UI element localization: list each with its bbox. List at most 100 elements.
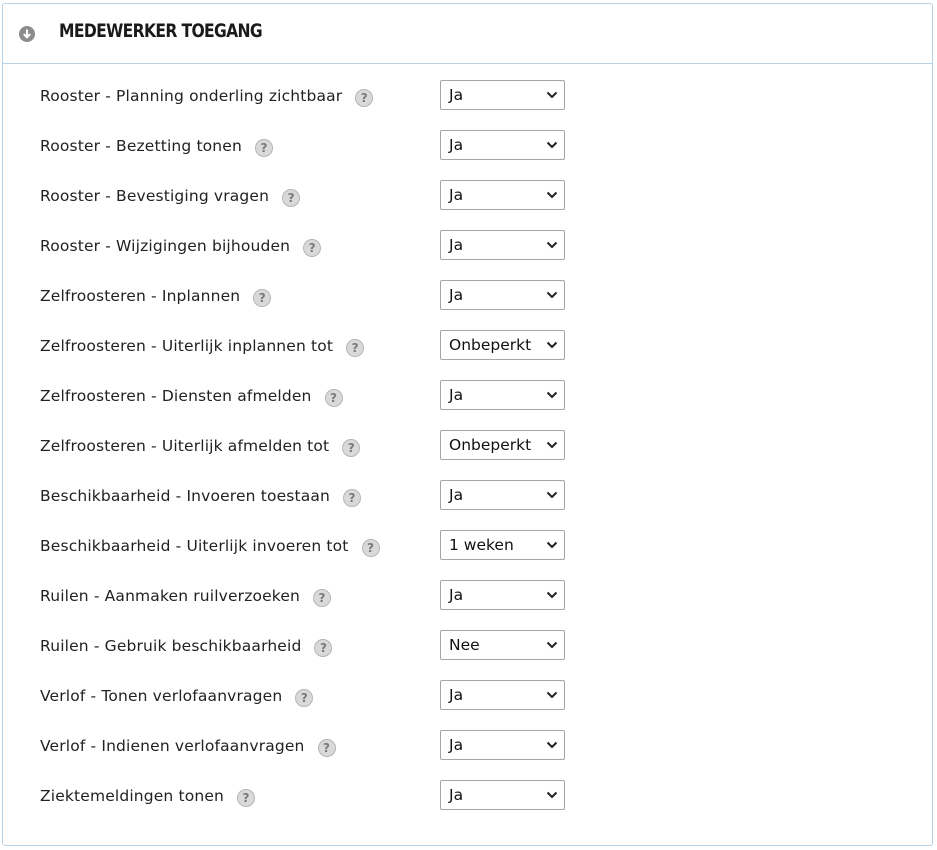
select-value: Ja — [449, 686, 464, 704]
arrow-down-circle-icon[interactable] — [19, 26, 35, 42]
chevron-down-icon — [546, 491, 558, 499]
setting-label: Rooster - Bezetting tonen — [40, 137, 242, 155]
select-value: Ja — [449, 236, 464, 254]
setting-label-group: Zelfroosteren - Uiterlijk inplannen tot? — [40, 330, 365, 362]
chevron-down-icon — [546, 441, 558, 449]
select-value: Ja — [449, 286, 464, 304]
setting-label: Rooster - Planning onderling zichtbaar — [40, 87, 343, 105]
setting-label-group: Rooster - Bevestiging vragen? — [40, 180, 301, 212]
setting-select[interactable]: Ja — [440, 380, 565, 410]
setting-select[interactable]: Onbeperkt — [440, 330, 565, 360]
panel-title: MEDEWERKER TOEGANG — [59, 20, 263, 42]
setting-select[interactable]: Nee — [440, 630, 565, 660]
setting-row: Verlof - Indienen verlofaanvragen? Ja — [3, 730, 932, 780]
help-icon[interactable]: ? — [314, 638, 333, 657]
setting-select[interactable]: Ja — [440, 780, 565, 810]
setting-label-group: Zelfroosteren - Inplannen? — [40, 280, 272, 312]
setting-row: Rooster - Bezetting tonen? Ja — [3, 130, 932, 180]
chevron-down-icon — [546, 791, 558, 799]
help-icon[interactable]: ? — [355, 88, 374, 107]
setting-select[interactable]: Onbeperkt — [440, 430, 565, 460]
setting-label: Zelfroosteren - Diensten afmelden — [40, 387, 312, 405]
help-icon[interactable]: ? — [253, 288, 272, 307]
setting-row: Zelfroosteren - Diensten afmelden? Ja — [3, 380, 932, 430]
setting-label: Zelfroosteren - Uiterlijk inplannen tot — [40, 337, 334, 355]
setting-label: Beschikbaarheid - Uiterlijk invoeren tot — [40, 537, 349, 555]
setting-label-group: Zelfroosteren - Diensten afmelden? — [40, 380, 343, 412]
setting-row: Rooster - Wijzigingen bijhouden? Ja — [3, 230, 932, 280]
help-icon[interactable]: ? — [236, 788, 255, 807]
setting-select[interactable]: Ja — [440, 730, 565, 760]
setting-select[interactable]: Ja — [440, 580, 565, 610]
setting-select[interactable]: Ja — [440, 180, 565, 210]
help-icon[interactable]: ? — [324, 388, 343, 407]
help-icon[interactable]: ? — [343, 488, 361, 507]
setting-row: Ziektemeldingen tonen? Ja — [3, 780, 932, 830]
setting-select[interactable]: Ja — [440, 680, 565, 710]
settings-list: Rooster - Planning onderling zichtbaar? J… — [3, 80, 932, 830]
help-icon[interactable]: ? — [282, 188, 301, 207]
setting-label: Verlof - Indienen verlofaanvragen — [40, 737, 305, 755]
chevron-down-icon — [546, 291, 558, 299]
setting-select[interactable]: Ja — [440, 480, 565, 510]
select-value: Onbeperkt — [449, 336, 532, 354]
select-value: Ja — [449, 736, 464, 754]
setting-label: Ziektemeldingen tonen — [40, 787, 224, 805]
help-icon[interactable]: ? — [361, 538, 380, 557]
setting-label-group: Beschikbaarheid - Invoeren toestaan? — [40, 480, 361, 512]
help-icon[interactable]: ? — [295, 688, 314, 707]
setting-label: Rooster - Bevestiging vragen — [40, 187, 270, 205]
select-value: Nee — [449, 636, 480, 654]
help-icon[interactable]: ? — [254, 138, 273, 157]
chevron-down-icon — [546, 241, 558, 249]
chevron-down-icon — [546, 91, 558, 99]
setting-label: Zelfroosteren - Uiterlijk afmelden tot — [40, 437, 330, 455]
chevron-down-icon — [546, 191, 558, 199]
setting-label-group: Beschikbaarheid - Uiterlijk invoeren tot… — [40, 530, 380, 562]
select-value: Ja — [449, 386, 464, 404]
select-value: Ja — [449, 86, 464, 104]
setting-select[interactable]: Ja — [440, 230, 565, 260]
setting-row: Beschikbaarheid - Invoeren toestaan? Ja — [3, 480, 932, 530]
setting-label-group: Rooster - Planning onderling zichtbaar? — [40, 80, 374, 112]
select-value: Ja — [449, 486, 464, 504]
setting-row: Verlof - Tonen verlofaanvragen? Ja — [3, 680, 932, 730]
setting-label-group: Rooster - Wijzigingen bijhouden? — [40, 230, 322, 262]
setting-label: Ruilen - Gebruik beschikbaarheid — [40, 637, 302, 655]
setting-label: Rooster - Wijzigingen bijhouden — [40, 237, 291, 255]
setting-label-group: Ruilen - Gebruik beschikbaarheid? — [40, 630, 333, 662]
help-icon[interactable]: ? — [346, 338, 365, 357]
setting-row: Rooster - Bevestiging vragen? Ja — [3, 180, 932, 230]
select-value: Ja — [449, 786, 464, 804]
select-value: Ja — [449, 186, 464, 204]
select-value: Ja — [449, 586, 464, 604]
chevron-down-icon — [546, 741, 558, 749]
setting-label-group: Rooster - Bezetting tonen? — [40, 130, 273, 162]
setting-label: Verlof - Tonen verlofaanvragen — [40, 687, 283, 705]
setting-label-group: Zelfroosteren - Uiterlijk afmelden tot? — [40, 430, 361, 462]
help-icon[interactable]: ? — [303, 238, 322, 257]
setting-label-group: Ziektemeldingen tonen? — [40, 780, 255, 812]
setting-row: Rooster - Planning onderling zichtbaar? J… — [3, 80, 932, 130]
setting-select[interactable]: Ja — [440, 130, 565, 160]
help-icon[interactable]: ? — [342, 438, 361, 457]
select-value: 1 weken — [449, 536, 514, 554]
setting-select[interactable]: Ja — [440, 80, 565, 110]
setting-label: Ruilen - Aanmaken ruilverzoeken — [40, 587, 301, 605]
setting-select[interactable]: 1 weken — [440, 530, 565, 560]
help-icon[interactable]: ? — [313, 588, 332, 607]
chevron-down-icon — [546, 541, 558, 549]
setting-label: Zelfroosteren - Inplannen — [40, 287, 241, 305]
setting-label-group: Ruilen - Aanmaken ruilverzoeken? — [40, 580, 332, 612]
setting-label-group: Verlof - Tonen verlofaanvragen? — [40, 680, 314, 712]
chevron-down-icon — [546, 641, 558, 649]
panel-header[interactable]: MEDEWERKER TOEGANG — [3, 4, 932, 64]
chevron-down-icon — [546, 141, 558, 149]
setting-row: Zelfroosteren - Inplannen? Ja — [3, 280, 932, 330]
setting-row: Zelfroosteren - Uiterlijk inplannen tot?… — [3, 330, 932, 380]
setting-select[interactable]: Ja — [440, 280, 565, 310]
setting-row: Beschikbaarheid - Uiterlijk invoeren tot… — [3, 530, 932, 580]
chevron-down-icon — [546, 591, 558, 599]
chevron-down-icon — [546, 691, 558, 699]
help-icon[interactable]: ? — [317, 738, 336, 757]
